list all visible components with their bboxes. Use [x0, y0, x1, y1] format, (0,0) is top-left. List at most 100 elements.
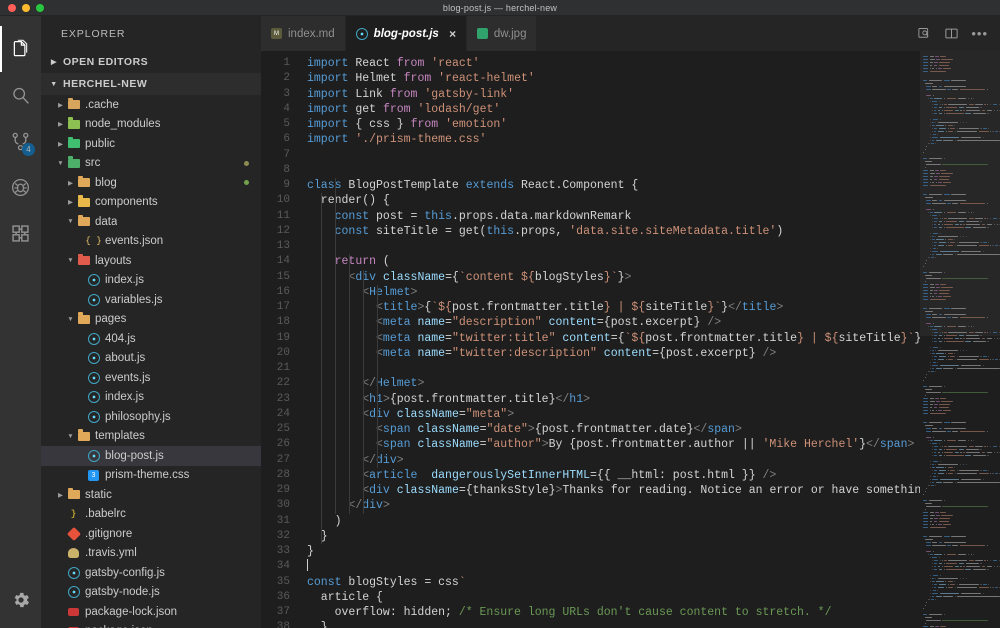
tree-file-row[interactable]: { }events.json [41, 232, 261, 252]
indent-guide [321, 193, 322, 544]
tree-file-row[interactable]: philosophy.js [41, 407, 261, 427]
section-project-root[interactable]: ▼ HERCHEL-NEW [41, 73, 261, 95]
activity-item-search[interactable] [0, 72, 41, 118]
editor-tab-label: dw.jpg [494, 28, 527, 40]
file-glyph [68, 548, 79, 558]
code-line: <meta name="twitter:description" content… [307, 346, 920, 361]
tree-folder-row[interactable]: ▶public [41, 134, 261, 154]
code-line: return ( [307, 254, 920, 269]
tree-item-label: 404.js [105, 333, 136, 345]
tree-file-row[interactable]: 3prism-theme.css [41, 466, 261, 486]
activity-item-debug[interactable] [0, 164, 41, 210]
line-number: 1 [261, 56, 290, 71]
split-editor-icon[interactable] [944, 26, 959, 41]
npm-icon [66, 608, 81, 616]
tree-item-label: philosophy.js [105, 411, 171, 423]
editor-tab[interactable]: dw.jpg [467, 16, 538, 51]
window-controls[interactable] [0, 4, 44, 12]
tree-file-row[interactable]: package.json [41, 622, 261, 628]
tree-folder-row[interactable]: ▶.cache [41, 95, 261, 115]
line-number: 4 [261, 102, 290, 117]
line-number: 24 [261, 407, 290, 422]
activity-item-source-control[interactable]: 4 [0, 118, 41, 164]
tree-folder-row[interactable]: ▼pages [41, 310, 261, 330]
indent-guide [335, 178, 336, 514]
tree-folder-row[interactable]: ▶static [41, 485, 261, 505]
tree-folder-row[interactable]: ▶node_modules [41, 115, 261, 135]
folder-icon [76, 432, 91, 441]
code-line: <article dangerouslySetInnerHTML={{ __ht… [307, 468, 920, 483]
tree-item-label: variables.js [105, 294, 163, 306]
section-open-editors[interactable]: ▶ OPEN EDITORS [41, 51, 261, 73]
tree-item-label: blog-post.js [105, 450, 164, 462]
tree-file-row[interactable]: index.js [41, 271, 261, 291]
react-glyph [68, 567, 80, 579]
code-scroll-area[interactable]: 1234567891011121314151617181920212223242… [261, 51, 920, 628]
react-glyph [88, 411, 100, 423]
line-number: 18 [261, 315, 290, 330]
file-tree[interactable]: ▶.cache▶node_modules▶public▼src▶blog▶com… [41, 95, 261, 628]
react-glyph [68, 586, 80, 598]
folder-glyph [68, 159, 80, 168]
tree-folder-row[interactable]: ▼data [41, 212, 261, 232]
section-open-editors-label: OPEN EDITORS [63, 56, 148, 68]
tree-folder-row[interactable]: ▶components [41, 193, 261, 213]
chevron-down-icon: ▼ [65, 433, 76, 440]
line-number: 5 [261, 117, 290, 132]
tree-file-row[interactable]: .gitignore [41, 524, 261, 544]
code-line [307, 361, 920, 376]
tree-file-row[interactable]: index.js [41, 388, 261, 408]
babel-icon: } [66, 510, 81, 519]
close-tab-icon[interactable]: × [449, 27, 456, 41]
folder-glyph [78, 256, 90, 265]
tree-file-row[interactable]: blog-post.js [41, 446, 261, 466]
tree-file-row[interactable]: gatsby-config.js [41, 563, 261, 583]
line-number: 21 [261, 361, 290, 376]
tree-folder-row[interactable]: ▶blog [41, 173, 261, 193]
dirty-indicator [244, 161, 249, 166]
tree-file-row[interactable]: package-lock.json [41, 602, 261, 622]
tree-file-row[interactable]: variables.js [41, 290, 261, 310]
tree-item-label: src [85, 157, 100, 169]
activity-item-explorer[interactable] [0, 26, 41, 72]
json-icon: { } [86, 237, 101, 246]
line-number: 37 [261, 605, 290, 620]
css-icon: 3 [86, 470, 101, 481]
tree-file-row[interactable]: .travis.yml [41, 544, 261, 564]
editor-tab[interactable]: blog-post.js× [346, 16, 467, 51]
react-icon [86, 411, 101, 423]
line-number: 9 [261, 178, 290, 193]
open-preview-icon[interactable] [917, 26, 932, 41]
line-number: 3 [261, 87, 290, 102]
tree-folder-row[interactable]: ▼templates [41, 427, 261, 447]
react-icon [86, 352, 101, 364]
editor-tab[interactable]: Mindex.md [261, 16, 346, 51]
tree-file-row[interactable]: }.babelrc [41, 505, 261, 525]
chevron-right-icon: ▶ [55, 140, 66, 148]
tree-folder-row[interactable]: ▼src [41, 154, 261, 174]
close-window-button[interactable] [8, 4, 16, 12]
tree-file-row[interactable]: events.js [41, 368, 261, 388]
code-line: } [307, 529, 920, 544]
activity-item-extensions[interactable] [0, 210, 41, 256]
tree-item-label: data [95, 216, 117, 228]
line-number: 31 [261, 514, 290, 529]
code-text[interactable]: import React from 'react'import Helmet f… [299, 51, 920, 628]
maximize-window-button[interactable] [36, 4, 44, 12]
tree-file-row[interactable]: about.js [41, 349, 261, 369]
code-line [307, 148, 920, 163]
minimize-window-button[interactable] [22, 4, 30, 12]
more-actions-icon[interactable]: ••• [971, 29, 988, 39]
code-line: article { [307, 590, 920, 605]
minimap[interactable] [920, 51, 1000, 628]
title-bar: blog-post.js — herchel-new [0, 0, 1000, 16]
tree-file-row[interactable]: 404.js [41, 329, 261, 349]
tree-file-row[interactable]: gatsby-node.js [41, 583, 261, 603]
tree-folder-row[interactable]: ▼layouts [41, 251, 261, 271]
git-icon [66, 529, 81, 539]
code-line: <div className="meta"> [307, 407, 920, 422]
tree-item-label: about.js [105, 352, 145, 364]
tree-item-label: index.js [105, 391, 144, 403]
activity-item-manage[interactable] [0, 580, 41, 624]
line-numbers: 1234567891011121314151617181920212223242… [261, 51, 299, 628]
